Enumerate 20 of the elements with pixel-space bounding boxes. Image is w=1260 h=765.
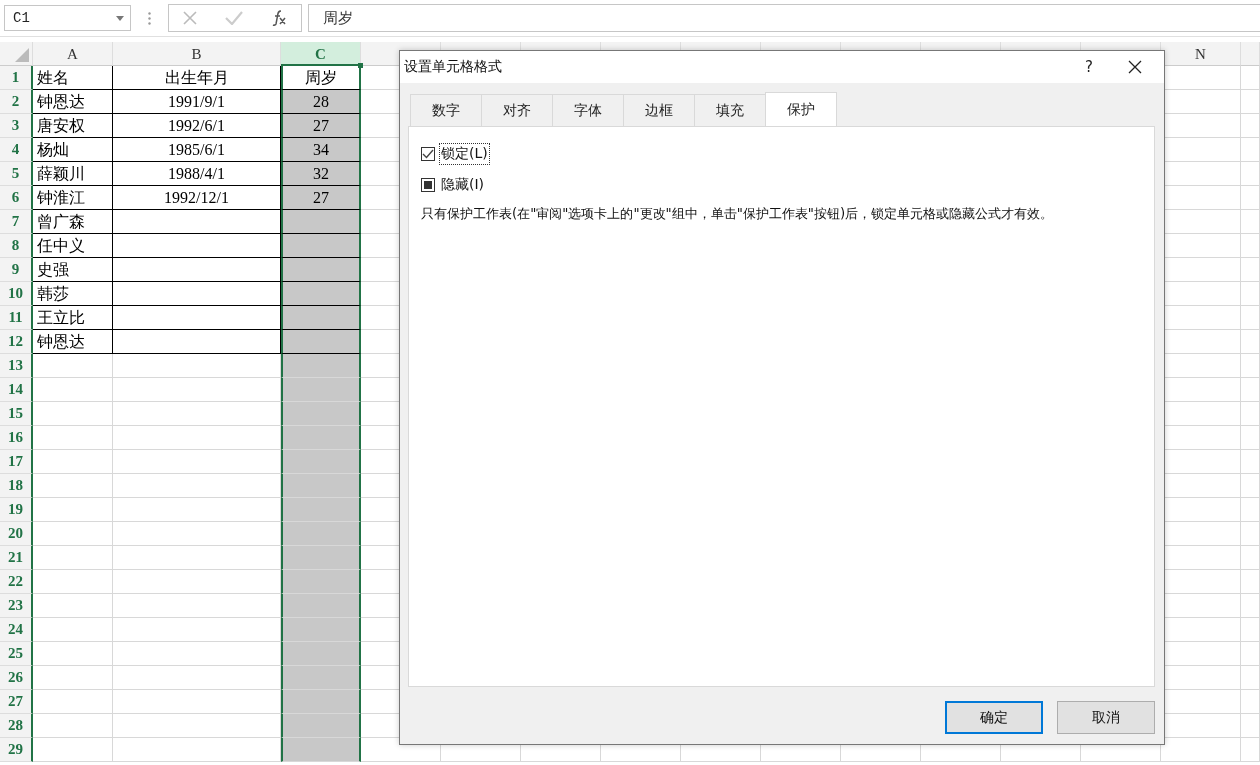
table-cell: 28 [281, 90, 361, 114]
dialog-title: 设置单元格格式 [404, 58, 503, 76]
table-cell: 薛颖川 [33, 162, 113, 186]
table-cell: 32 [281, 162, 361, 186]
table-cell: 任中义 [33, 234, 113, 258]
table-cell: 钟恩达 [33, 330, 113, 354]
table-cell: 史强 [33, 258, 113, 282]
table-cell: 王立比 [33, 306, 113, 330]
table-cell: 曾广森 [33, 210, 113, 234]
table-cell: 唐安权 [33, 114, 113, 138]
table-cell: 34 [281, 138, 361, 162]
table-cell: 27 [281, 114, 361, 138]
table-cell: 杨灿 [33, 138, 113, 162]
table-cell: 27 [281, 186, 361, 210]
table-cell: 钟恩达 [33, 90, 113, 114]
table-cell: 钟淮江 [33, 186, 113, 210]
table-cell: 姓名 [33, 66, 113, 90]
table-cell: 韩莎 [33, 282, 113, 306]
table-cell: 出生年月 [113, 66, 281, 90]
note-text: 只有保护工作表(在"审阅"选项卡上的"更改"组中，单击"保护工作表"按钮)后，锁定单元格或隐藏公式才有效。 [421, 205, 1055, 223]
